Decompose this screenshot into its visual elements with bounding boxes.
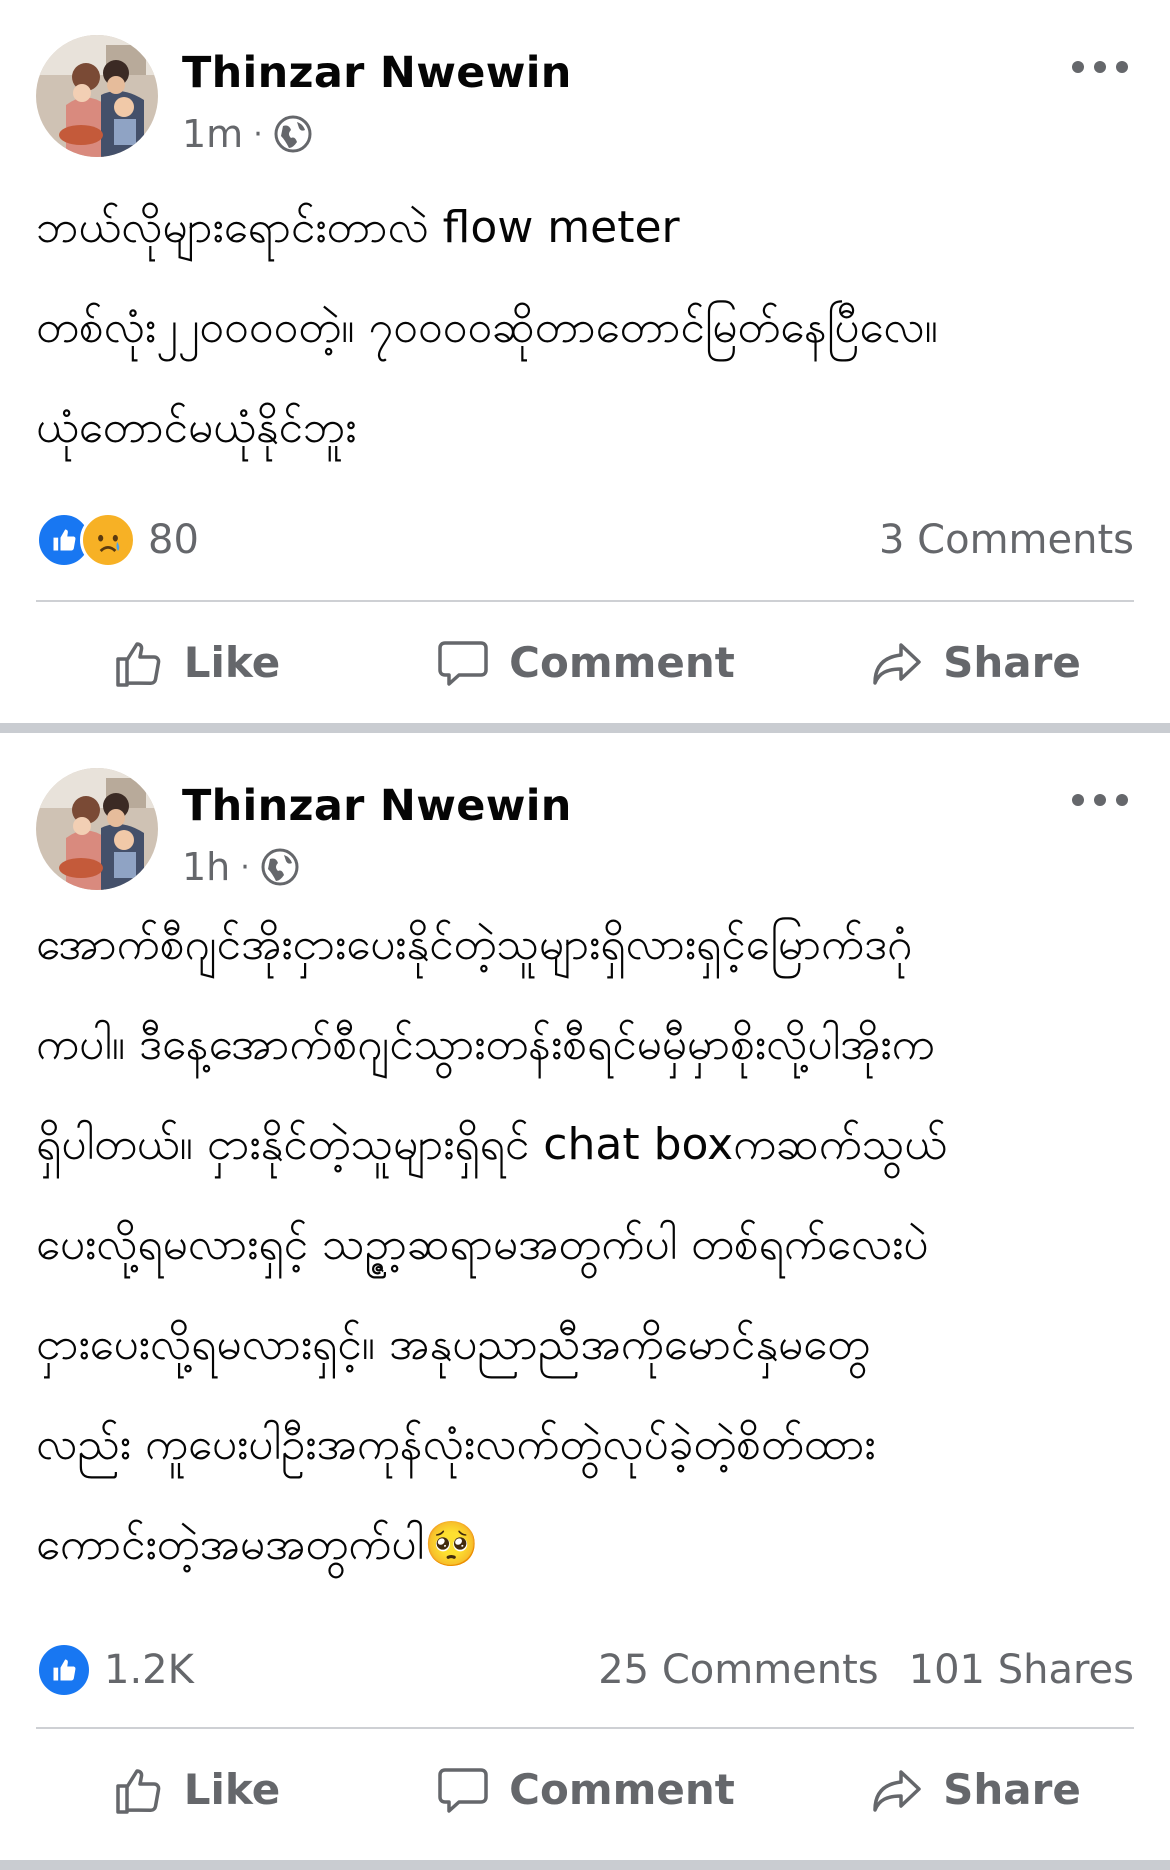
sad-icon <box>80 512 136 568</box>
post-meta: 1h · <box>182 845 300 889</box>
divider <box>36 1727 1134 1729</box>
shares-count[interactable]: 101 Shares <box>909 1647 1134 1693</box>
reaction-count[interactable]: 80 <box>148 517 199 563</box>
meta-separator: · <box>253 116 263 152</box>
share-button[interactable]: Share <box>780 1737 1170 1842</box>
more-options-icon[interactable] <box>1072 52 1128 82</box>
post-separator <box>0 723 1170 733</box>
author-name[interactable]: Thinzar Nwewin <box>182 781 572 831</box>
share-icon <box>873 642 921 685</box>
globe-icon <box>260 847 300 887</box>
comment-label: Comment <box>509 1765 735 1814</box>
share-label: Share <box>943 1765 1081 1814</box>
avatar[interactable] <box>36 35 158 157</box>
comments-count[interactable]: 25 Comments <box>598 1647 878 1693</box>
like-icon <box>36 1642 92 1698</box>
more-options-icon[interactable] <box>1072 785 1128 815</box>
meta-separator: · <box>240 849 250 885</box>
reaction-icons[interactable] <box>36 1642 92 1698</box>
like-button[interactable]: Like <box>0 610 390 715</box>
comments-count[interactable]: 3 Comments <box>879 517 1134 563</box>
post-1: Thinzar Nwewin 1m · ဘယ်လိုများရောင်းတာလဲ… <box>0 0 1170 723</box>
reactions-bar: 80 3 Comments <box>36 512 1134 568</box>
post-text: ဘယ်လိုများရောင်းတာလဲ flow meter တစ်လုံး၂… <box>36 202 938 453</box>
share-label: Share <box>943 638 1081 687</box>
globe-icon <box>273 114 313 154</box>
reactions-bar: 1.2K 25 Comments 101 Shares <box>36 1642 1134 1698</box>
like-label: Like <box>183 638 281 687</box>
share-icon <box>873 1769 921 1812</box>
avatar[interactable] <box>36 768 158 890</box>
thumbs-up-icon <box>116 1768 161 1814</box>
author-name[interactable]: Thinzar Nwewin <box>182 48 572 98</box>
reaction-count[interactable]: 1.2K <box>104 1647 194 1693</box>
like-label: Like <box>183 1765 281 1814</box>
action-bar: Like Comment Share <box>0 610 1170 715</box>
share-button[interactable]: Share <box>780 610 1170 715</box>
comment-button[interactable]: Comment <box>390 610 780 715</box>
post-time[interactable]: 1h <box>182 845 230 889</box>
post-2-content: Thinzar Nwewin 1h · အောက်စီဂျင်အိုးငှားပ… <box>0 733 1170 1860</box>
post-time[interactable]: 1m <box>182 112 243 156</box>
post-text: အောက်စီဂျင်အိုးငှားပေးနိုင်တဲ့သူများရှိလ… <box>36 919 948 1570</box>
comment-icon <box>438 1767 488 1813</box>
post-meta: 1m · <box>182 112 313 156</box>
comment-label: Comment <box>509 638 735 687</box>
bottom-separator <box>0 1860 1170 1870</box>
reaction-icons[interactable] <box>36 512 136 568</box>
like-button[interactable]: Like <box>0 1737 390 1842</box>
comment-icon <box>438 640 488 686</box>
thumbs-up-icon <box>116 641 161 687</box>
divider <box>36 600 1134 602</box>
comment-button[interactable]: Comment <box>390 1737 780 1842</box>
action-bar: Like Comment Share <box>0 1737 1170 1842</box>
